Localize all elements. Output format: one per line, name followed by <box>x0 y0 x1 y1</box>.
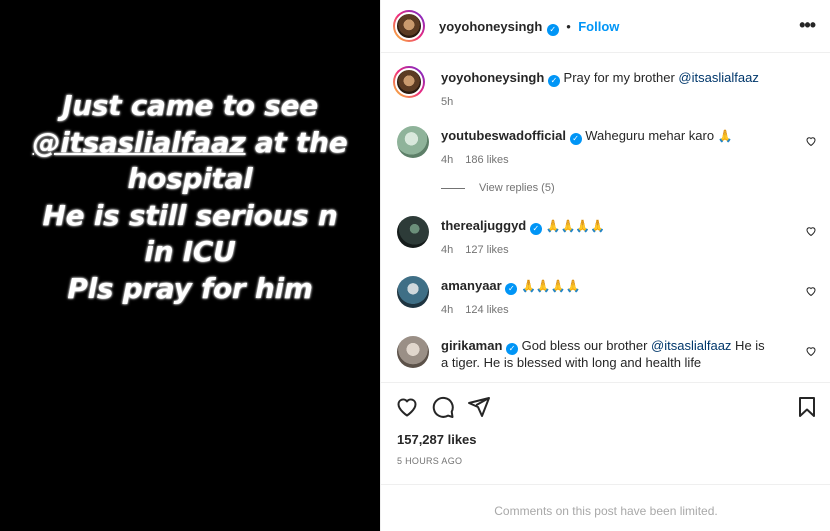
verified-badge-icon: ✓ <box>546 24 559 36</box>
post-time: 5 HOURS AGO <box>397 456 463 466</box>
caption-text: Pray for my brother <box>563 70 679 85</box>
media-line-text: at the <box>245 125 348 159</box>
comment-item: amanyaar ✓ 🙏🙏🙏🙏 4h 124 likes <box>397 276 817 316</box>
caption-meta: 5h <box>441 94 801 110</box>
comment-icon[interactable] <box>431 395 455 419</box>
comment-item: youtubeswadofficial ✓ Waheguru mehar kar… <box>397 126 817 166</box>
avatar[interactable] <box>393 10 425 42</box>
view-replies-button[interactable]: View replies (5) <box>441 182 555 194</box>
avatar[interactable] <box>397 336 429 368</box>
heart-icon[interactable] <box>395 395 419 419</box>
post-panel: yoyohoneysingh ✓ • Follow ••• yoyohoneys… <box>380 0 830 531</box>
comment-meta: 4h 127 likes <box>441 242 801 258</box>
header-user: yoyohoneysingh ✓ • Follow <box>439 18 619 36</box>
comment-item: therealjuggyd ✓ 🙏🙏🙏🙏 4h 127 likes <box>397 216 817 256</box>
heart-icon[interactable] <box>805 225 817 237</box>
verified-badge-icon: ✓ <box>529 223 542 235</box>
media-line: hospital <box>127 162 253 195</box>
comment-item: girikaman ✓ God bless our brother @itsas… <box>397 336 817 382</box>
media-line: @itsaslialfaaz at the <box>0 125 380 162</box>
likes-count[interactable]: 157,287 likes <box>397 432 477 447</box>
more-options-icon[interactable]: ••• <box>799 15 816 36</box>
verified-badge-icon: ✓ <box>505 283 518 295</box>
post-header: yoyohoneysingh ✓ • Follow ••• <box>381 0 830 53</box>
comment-meta: 4h 186 likes <box>441 152 801 168</box>
comment-time: 4h <box>441 304 454 316</box>
comment-username[interactable]: girikaman <box>441 338 502 353</box>
separator: • <box>566 19 571 34</box>
comment-time: 4h <box>441 154 454 166</box>
comment-text: God bless our brother <box>521 338 652 353</box>
comment-username[interactable]: therealjuggyd <box>441 218 526 233</box>
comment-body: youtubeswadofficial ✓ Waheguru mehar kar… <box>441 128 801 168</box>
media-line: Pls pray for him <box>67 271 313 305</box>
post-media: Just came to see @itsaslialfaaz at the h… <box>0 0 380 531</box>
avatar[interactable] <box>397 276 429 308</box>
caption-body: yoyohoneysingh ✓ Pray for my brother @it… <box>441 70 801 110</box>
comment-meta: 4h 124 likes <box>441 302 801 318</box>
comments-limited-notice: Comments on this post have been limited. <box>381 484 830 531</box>
avatar[interactable] <box>397 126 429 158</box>
media-line: in ICU <box>144 235 236 268</box>
caption-mention[interactable]: @itsaslialfaaz <box>678 70 758 85</box>
comment-body: girikaman ✓ God bless our brother @itsas… <box>441 338 771 371</box>
verified-badge-icon: ✓ <box>547 75 560 87</box>
avatar[interactable] <box>393 66 425 98</box>
heart-icon[interactable] <box>805 285 817 297</box>
pray-emoji: 🙏 <box>717 129 733 143</box>
bookmark-icon[interactable] <box>795 395 819 419</box>
share-icon[interactable] <box>467 395 491 419</box>
heart-icon[interactable] <box>805 345 817 357</box>
comment-time: 4h <box>441 244 454 256</box>
media-mention: @itsaslialfaaz <box>32 125 246 159</box>
follow-button[interactable]: Follow <box>578 19 619 34</box>
view-replies-label: View replies (5) <box>479 182 555 194</box>
header-username[interactable]: yoyohoneysingh <box>439 19 542 34</box>
comment-text: Waheguru mehar karo <box>585 128 718 143</box>
caption-time: 5h <box>441 96 454 108</box>
comment-username[interactable]: amanyaar <box>441 278 502 293</box>
replies-line <box>441 187 465 189</box>
verified-badge-icon: ✓ <box>569 133 582 145</box>
comment-likes[interactable]: 127 likes <box>465 244 508 256</box>
comments-list[interactable]: yoyohoneysingh ✓ Pray for my brother @it… <box>381 54 830 382</box>
verified-badge-icon: ✓ <box>506 343 519 355</box>
post-actions <box>381 382 830 430</box>
comment-likes[interactable]: 124 likes <box>465 304 508 316</box>
heart-icon[interactable] <box>805 135 817 147</box>
pray-emoji: 🙏🙏🙏🙏 <box>545 219 606 233</box>
media-text: Just came to see @itsaslialfaaz at the h… <box>0 88 380 307</box>
comment-body: therealjuggyd ✓ 🙏🙏🙏🙏 4h 127 likes <box>441 218 801 258</box>
caption-username[interactable]: yoyohoneysingh <box>441 70 544 85</box>
comment-body: amanyaar ✓ 🙏🙏🙏🙏 4h 124 likes <box>441 278 801 318</box>
media-line: Just came to see <box>62 89 318 122</box>
caption: yoyohoneysingh ✓ Pray for my brother @it… <box>393 66 817 108</box>
comment-username[interactable]: youtubeswadofficial <box>441 128 566 143</box>
avatar[interactable] <box>397 216 429 248</box>
comment-mention[interactable]: @itsaslialfaaz <box>651 338 731 353</box>
pray-emoji: 🙏🙏🙏🙏 <box>520 279 581 293</box>
media-line: He is still serious n <box>42 198 338 232</box>
comment-likes[interactable]: 186 likes <box>465 154 508 166</box>
